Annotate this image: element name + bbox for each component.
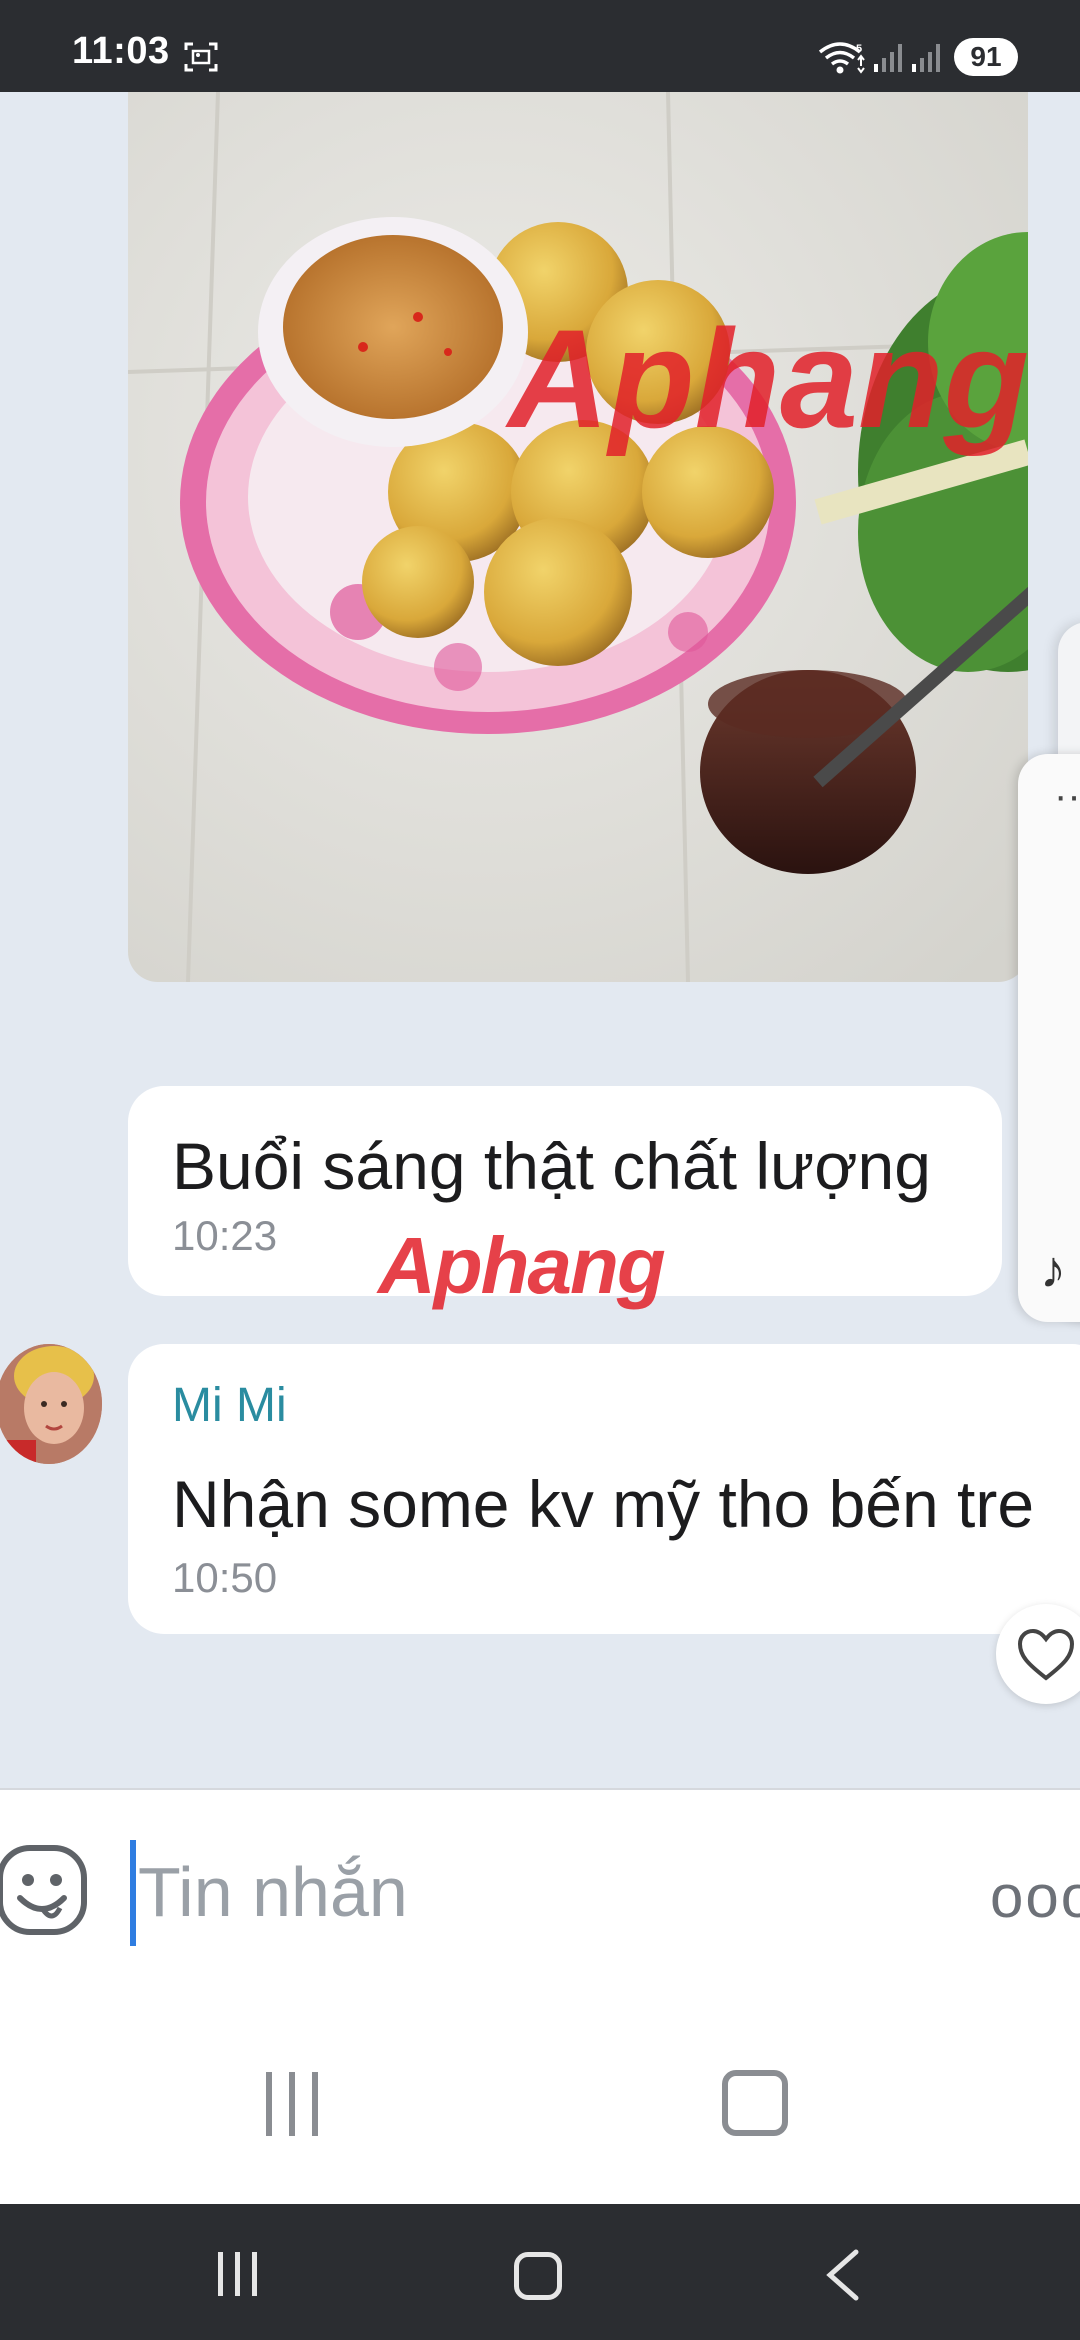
inner-nav-area [0,1980,1080,2204]
message-input-bar: ooo [0,1788,1080,1980]
sender-name[interactable]: Mi Mi [172,1378,287,1433]
message-input[interactable] [138,1842,838,1942]
status-time: 11:03 [72,30,170,72]
message-text: Buổi sáng thật chất lượng [172,1129,931,1203]
text-cursor [130,1840,136,1946]
chat-screen: 11:03 5 91 Aphang Buổi sáng thật chất lư… [0,0,1080,2340]
recents-icon[interactable] [262,2072,322,2136]
battery-indicator: 91 [954,38,1018,76]
signal-icon [912,44,940,72]
message-bubble[interactable]: Mi Mi Nhận some kv mỹ tho bến tre 10:50 [128,1344,1080,1634]
music-note-icon[interactable]: ♪ [1040,1240,1066,1300]
emoji-icon[interactable] [0,1842,90,1938]
home-icon[interactable] [514,2252,562,2300]
signal-icon [874,44,902,72]
status-bar: 11:03 5 91 [0,0,1080,92]
watermark-message: Aphang [378,1221,666,1310]
screenshot-icon [184,42,218,72]
more-options-icon[interactable]: ooo [990,1862,1080,1931]
more-dots-icon[interactable]: ·· [1054,774,1080,819]
recents-icon[interactable] [216,2252,260,2296]
message-time: 10:23 [172,1212,278,1259]
message-time: 10:50 [172,1554,278,1601]
photo-message[interactable]: Aphang [128,92,1028,982]
food-photo: Aphang [128,92,1028,982]
back-icon[interactable] [822,2248,862,2302]
heart-icon [1017,1628,1075,1681]
avatar[interactable] [0,1344,102,1464]
message-text: Nhận some kv mỹ tho bến tre [172,1467,1035,1541]
wifi-icon: 5 [818,42,865,74]
system-nav-bar [0,2204,1080,2340]
home-icon[interactable] [722,2070,788,2136]
watermark-photo: Aphang [505,300,1028,457]
svg-text:5: 5 [856,43,862,55]
like-button[interactable] [996,1604,1080,1704]
floating-panel-inner[interactable] [1018,754,1080,1322]
chat-area[interactable]: Aphang Buổi sáng thật chất lượng 10:23 A… [0,92,1080,1788]
